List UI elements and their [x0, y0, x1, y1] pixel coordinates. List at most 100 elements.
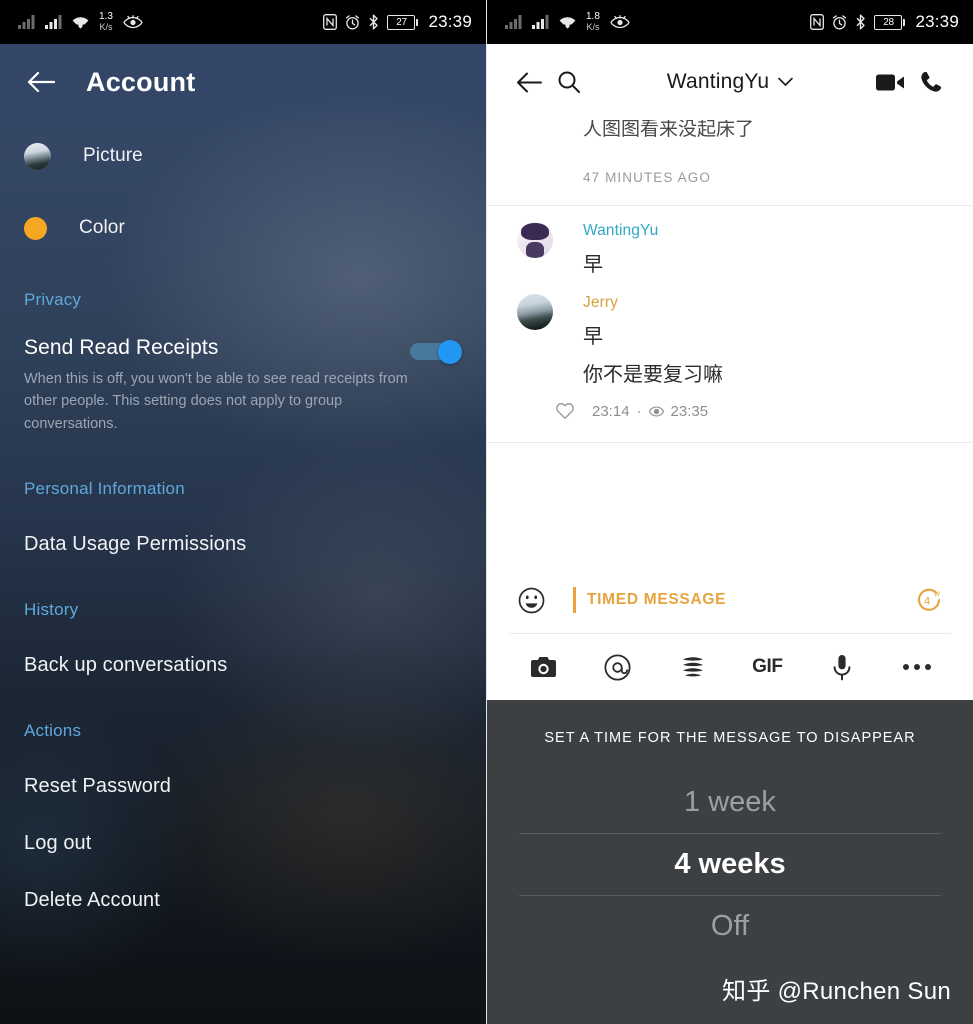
avatar[interactable] — [517, 294, 553, 330]
message-text[interactable]: 早 — [583, 324, 949, 350]
read-receipts-title: Send Read Receipts — [24, 336, 219, 359]
network-speed-value: 1.3 — [99, 11, 113, 22]
mention-icon[interactable] — [596, 645, 640, 689]
profile-picture-thumbnail — [24, 142, 51, 170]
account-settings-content: Account Picture Color Privacy Send Read … — [0, 44, 486, 1024]
message-body: Jerry 早 你不是要复习嘛 23:14 · 23:35 — [556, 294, 949, 420]
message-group-wantingyu: WantingYu 早 — [487, 206, 973, 278]
battery-percent: 28 — [883, 16, 894, 28]
signal-bars-2-icon — [532, 15, 550, 29]
message-sender-name: WantingYu — [583, 222, 659, 239]
sticker-icon[interactable] — [671, 645, 715, 689]
composer-input-row: TIMED MESSAGE 4 w — [487, 567, 973, 633]
account-app-bar: Account — [0, 44, 486, 120]
picker-option-1-week[interactable]: 1 week — [487, 772, 973, 833]
wifi-icon — [559, 15, 576, 29]
network-speed-unit: K/s — [99, 22, 113, 32]
emoji-icon[interactable] — [511, 587, 551, 614]
truncated-previous-message: 人图图看来没起床了 — [583, 120, 755, 140]
status-bar-clock: 23:39 — [915, 12, 959, 31]
color-label: Color — [79, 217, 125, 238]
message-composer: TIMED MESSAGE 4 w GIF — [487, 567, 973, 700]
camera-icon[interactable] — [521, 645, 565, 689]
status-bar-clock: 23:39 — [428, 12, 472, 31]
battery-icon: 27 — [387, 14, 419, 30]
back-arrow-icon[interactable] — [22, 63, 60, 101]
phone-call-icon[interactable] — [911, 62, 951, 102]
wifi-icon — [72, 15, 89, 29]
chevron-down-icon — [778, 77, 794, 87]
picture-label: Picture — [83, 145, 143, 166]
chat-title-dropdown[interactable]: WantingYu — [589, 70, 871, 94]
message-text[interactable]: 早 — [583, 252, 949, 278]
conversation-scroll-area[interactable]: 人图图看来没起床了 47 MINUTES AGO WantingYu 早 Jer… — [487, 120, 973, 567]
alarm-icon — [345, 14, 360, 30]
setting-row-send-read-receipts[interactable]: Send Read Receipts When this is off, you… — [0, 336, 486, 435]
setting-row-color[interactable]: Color — [0, 210, 486, 246]
timed-message-picker: SET A TIME FOR THE MESSAGE TO DISAPPEAR … — [487, 700, 973, 1024]
contact-name: WantingYu — [666, 70, 770, 93]
status-bar-right-right-icons: 28 23:39 — [810, 12, 959, 32]
message-read-time: 23:35 — [670, 402, 709, 420]
message-text-second[interactable]: 你不是要复习嘛 — [583, 362, 949, 388]
alarm-icon — [832, 14, 847, 30]
timer-value: 4 — [924, 596, 930, 608]
network-speed-value: 1.8 — [586, 11, 600, 22]
gif-label: GIF — [752, 656, 783, 677]
composer-action-icons: GIF — [487, 634, 973, 700]
status-bar-left-icons: 1.3 K/s — [18, 12, 143, 32]
message-timer-icon[interactable]: 4 w — [909, 585, 949, 615]
read-eye-icon — [648, 405, 664, 417]
menu-item-back-up-conversations[interactable]: Back up conversations — [0, 654, 486, 677]
section-header-actions: Actions — [24, 721, 82, 741]
eye-care-icon — [123, 14, 143, 30]
search-icon[interactable] — [549, 62, 589, 102]
color-swatch-icon — [24, 216, 47, 240]
status-bar-right-left-icons: 1.8 K/s — [505, 12, 630, 32]
message-body: WantingYu 早 — [583, 222, 949, 278]
section-header-personal-information: Personal Information — [24, 479, 185, 499]
message-group-jerry: Jerry 早 你不是要复习嘛 23:14 · 23:35 — [487, 278, 973, 420]
more-options-icon[interactable] — [895, 645, 939, 689]
text-caret — [573, 587, 576, 613]
read-receipts-toggle[interactable] — [410, 340, 462, 364]
picker-title: SET A TIME FOR THE MESSAGE TO DISAPPEAR — [544, 730, 916, 746]
page-title: Account — [86, 66, 196, 97]
heart-icon[interactable] — [547, 402, 583, 420]
message-sender-name: Jerry — [583, 294, 618, 311]
message-input[interactable]: TIMED MESSAGE — [573, 587, 909, 613]
gif-icon[interactable]: GIF — [745, 645, 789, 689]
network-speed-indicator: 1.8 K/s — [586, 12, 600, 32]
status-bar-left: 1.3 K/s 27 23:39 — [0, 0, 486, 44]
timer-unit: w — [933, 589, 940, 598]
signal-bars-1-icon — [18, 15, 36, 29]
message-input-placeholder: TIMED MESSAGE — [587, 591, 727, 608]
back-arrow-icon[interactable] — [509, 62, 549, 102]
message-meta-row: 23:14 · 23:35 — [517, 402, 949, 420]
status-bar-right-icons: 27 23:39 — [323, 12, 472, 32]
menu-item-reset-password[interactable]: Reset Password — [0, 775, 486, 798]
section-header-history: History — [24, 600, 79, 620]
chat-app-bar: WantingYu — [487, 44, 973, 120]
menu-item-data-usage-permissions[interactable]: Data Usage Permissions — [0, 533, 486, 556]
battery-icon: 28 — [874, 14, 906, 30]
read-receipts-description: When this is off, you won't be able to s… — [24, 371, 408, 432]
message-timestamps: 23:14 · 23:35 — [592, 403, 708, 420]
network-speed-indicator: 1.3 K/s — [99, 12, 113, 32]
bluetooth-icon — [855, 14, 866, 30]
microphone-icon[interactable] — [820, 645, 864, 689]
watermark: 知乎 @Runchen Sun — [722, 978, 951, 1005]
avatar[interactable] — [517, 222, 553, 258]
video-call-icon[interactable] — [871, 62, 911, 102]
eye-care-icon — [610, 14, 630, 30]
section-header-privacy: Privacy — [24, 290, 82, 309]
picker-option-4-weeks[interactable]: 4 weeks — [487, 834, 973, 895]
picker-option-off[interactable]: Off — [487, 896, 973, 957]
menu-item-delete-account[interactable]: Delete Account — [0, 889, 486, 912]
read-receipts-text-block: Send Read Receipts When this is off, you… — [24, 336, 410, 435]
separator-dot: · — [636, 402, 642, 420]
setting-row-picture[interactable]: Picture — [0, 138, 486, 174]
status-bar-right: 1.8 K/s 28 23:39 — [487, 0, 973, 44]
menu-item-log-out[interactable]: Log out — [0, 832, 486, 855]
battery-percent: 27 — [396, 16, 407, 28]
